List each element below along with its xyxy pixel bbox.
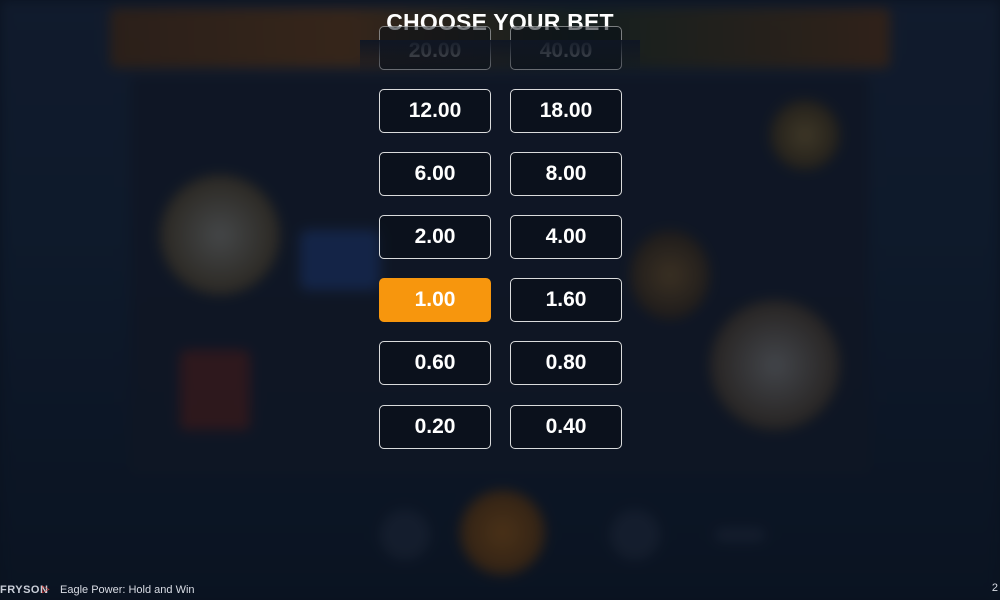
bet-option[interactable]: 2.00 — [379, 215, 491, 259]
bet-option[interactable]: 1.60 — [510, 278, 622, 322]
footer-bar: FRYSON ▷ Eagle Power: Hold and Win 2 — [0, 582, 1000, 600]
bet-option-selected[interactable]: 1.00 — [379, 278, 491, 322]
bet-option[interactable]: 0.20 — [379, 405, 491, 449]
play-arrow-icon: ▷ — [42, 584, 50, 595]
bet-options: 20.00 40.00 12.00 18.00 6.00 8.00 2.00 4… — [0, 0, 1000, 600]
bet-option[interactable]: 40.00 — [510, 26, 622, 70]
game-name: Eagle Power: Hold and Win — [60, 584, 195, 596]
bet-option[interactable]: 6.00 — [379, 152, 491, 196]
bet-option[interactable]: 0.80 — [510, 341, 622, 385]
bet-option[interactable]: 0.60 — [379, 341, 491, 385]
bet-option[interactable]: 8.00 — [510, 152, 622, 196]
bet-option[interactable]: 4.00 — [510, 215, 622, 259]
corner-text: 2 — [991, 582, 998, 594]
bet-option[interactable]: 0.40 — [510, 405, 622, 449]
bet-option[interactable]: 20.00 — [379, 26, 491, 70]
bet-option[interactable]: 18.00 — [510, 89, 622, 133]
bet-option[interactable]: 12.00 — [379, 89, 491, 133]
